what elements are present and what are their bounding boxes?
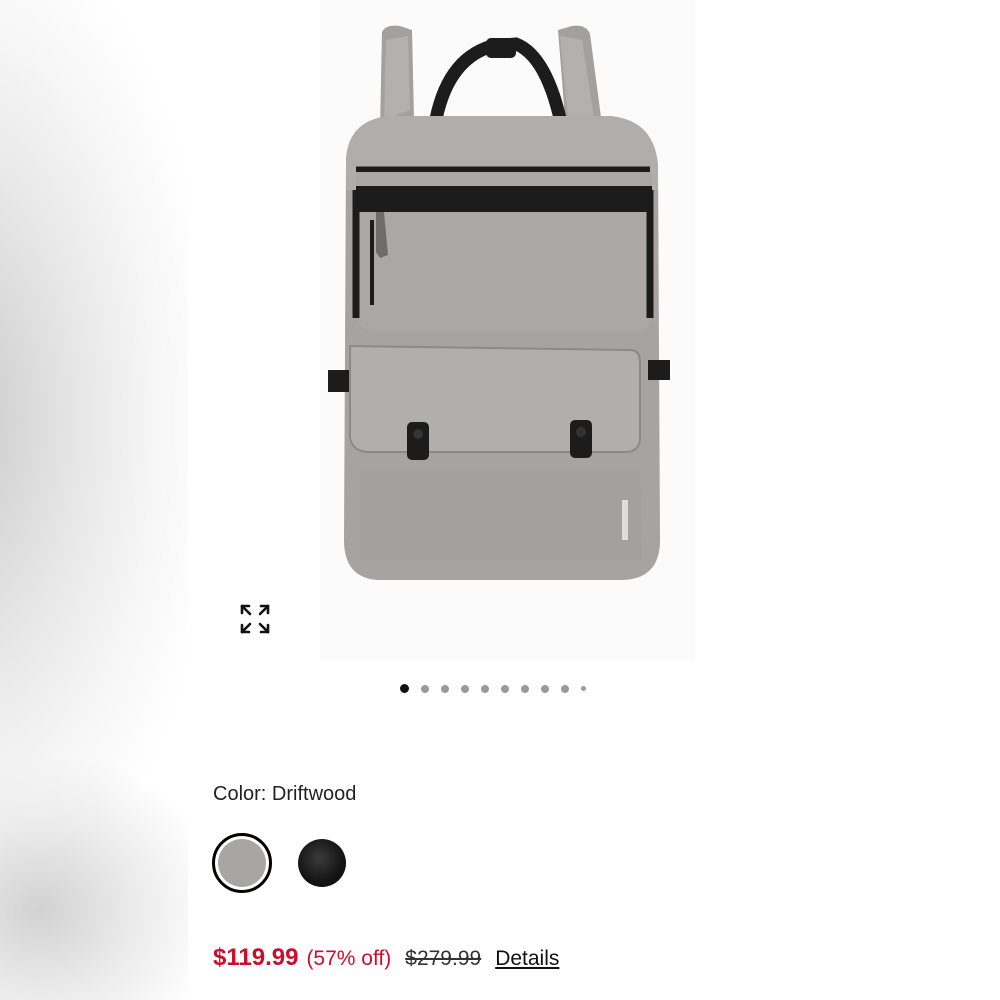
pagination-dot-10[interactable] xyxy=(581,686,586,691)
sale-price: $119.99 xyxy=(213,944,299,971)
swatch-black-fill xyxy=(298,839,346,887)
pagination-dot-8[interactable] xyxy=(541,684,549,693)
product-card: Color: Driftwood $119.99 (57% off) $279.… xyxy=(188,0,813,1000)
price-row: $119.99 (57% off) $279.99 Details xyxy=(213,944,559,972)
background-blur xyxy=(0,760,190,1000)
swatch-driftwood-fill xyxy=(218,839,266,887)
swatch-driftwood[interactable] xyxy=(212,833,272,893)
color-swatches xyxy=(212,833,352,893)
color-label: Color: Driftwood xyxy=(213,783,357,805)
details-link[interactable]: Details xyxy=(495,947,559,971)
pagination-dot-7[interactable] xyxy=(521,684,529,693)
pagination-dot-2[interactable] xyxy=(421,684,429,693)
pagination-dot-5[interactable] xyxy=(481,684,489,693)
discount-percent: (57% off) xyxy=(306,947,392,970)
expand-image-button[interactable] xyxy=(236,600,274,638)
pagination-dot-9[interactable] xyxy=(561,684,569,693)
product-image-area xyxy=(320,0,695,660)
pagination-dot-6[interactable] xyxy=(501,684,509,693)
pagination-dot-3[interactable] xyxy=(441,684,449,693)
gallery-pagination xyxy=(400,684,586,693)
original-price: $279.99 xyxy=(405,947,482,970)
swatch-black[interactable] xyxy=(292,833,352,893)
pagination-dot-4[interactable] xyxy=(461,684,469,693)
product-image-backpack[interactable] xyxy=(320,0,695,660)
expand-arrows-icon xyxy=(240,604,270,634)
pagination-dot-1[interactable] xyxy=(400,684,409,693)
